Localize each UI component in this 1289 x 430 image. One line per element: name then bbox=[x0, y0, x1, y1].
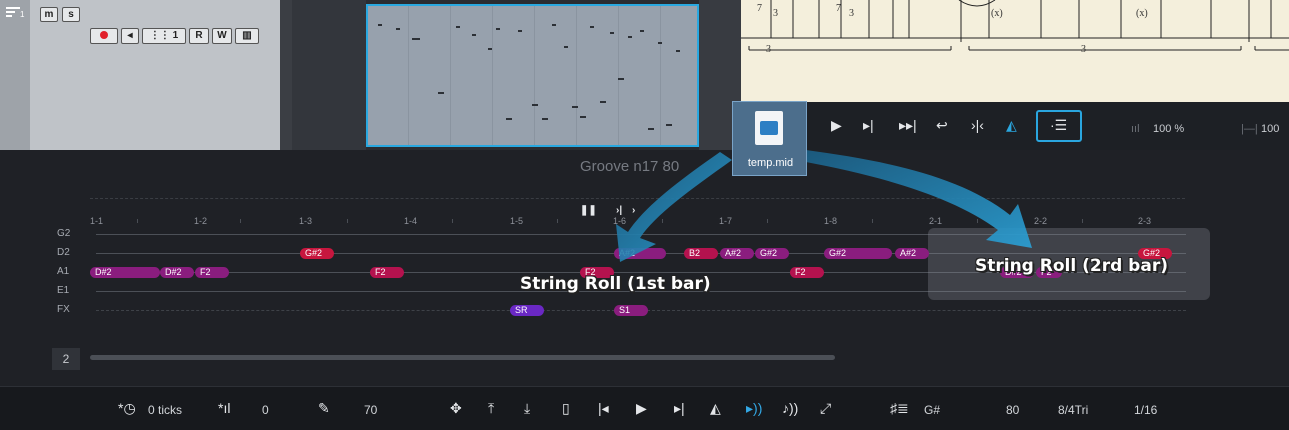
skip-next-icon[interactable]: ▸| bbox=[674, 400, 685, 417]
audio-playback-icon[interactable]: ▸)) bbox=[746, 400, 762, 417]
velocity-value[interactable]: 0 bbox=[262, 403, 269, 417]
clef-icon: ♯≣ bbox=[890, 400, 909, 416]
metronome-icon[interactable]: ◭ bbox=[710, 400, 721, 417]
expand-icon[interactable]: ⤢ bbox=[820, 400, 831, 417]
file-name: temp.mid bbox=[747, 157, 794, 169]
velocity-icon: *ıl bbox=[218, 400, 231, 416]
clock-icon: *◷ bbox=[118, 400, 136, 416]
upload-icon[interactable]: ⤒ bbox=[488, 400, 494, 417]
ticks-value[interactable]: 0 ticks bbox=[148, 403, 182, 417]
play-icon[interactable]: ▶ bbox=[636, 400, 647, 417]
drag-arrows bbox=[616, 150, 1032, 262]
status-bar: *◷ 0 ticks *ıl 0 ✎ 70 ✥ ⤒ ⤓ ▯ |◂ ▶ ▸| ◭ … bbox=[0, 386, 1289, 430]
pencil-icon: ✎ bbox=[318, 400, 330, 416]
page-icon[interactable]: ▯ bbox=[562, 400, 570, 417]
key-value[interactable]: G# bbox=[924, 403, 940, 417]
sound-icon[interactable]: ♪)) bbox=[782, 400, 798, 416]
quantize-value[interactable]: 1/16 bbox=[1134, 403, 1157, 417]
skip-start-icon[interactable]: |◂ bbox=[598, 400, 609, 417]
time-signature[interactable]: 8/4Tri bbox=[1058, 403, 1088, 417]
move-icon[interactable]: ✥ bbox=[450, 400, 462, 417]
music-note-icon bbox=[760, 121, 778, 135]
arrow-to-second-bar bbox=[806, 150, 1032, 248]
download-icon[interactable]: ⤓ bbox=[524, 400, 530, 417]
pencil-value[interactable]: 70 bbox=[364, 403, 377, 417]
arrow-to-first-bar bbox=[616, 152, 732, 262]
app-window: { "track_header": { "track_number": "1",… bbox=[0, 0, 1289, 430]
tempo-value[interactable]: 80 bbox=[1006, 403, 1019, 417]
dragged-midi-file[interactable]: temp.mid bbox=[732, 101, 807, 176]
midi-file-icon bbox=[755, 111, 783, 145]
